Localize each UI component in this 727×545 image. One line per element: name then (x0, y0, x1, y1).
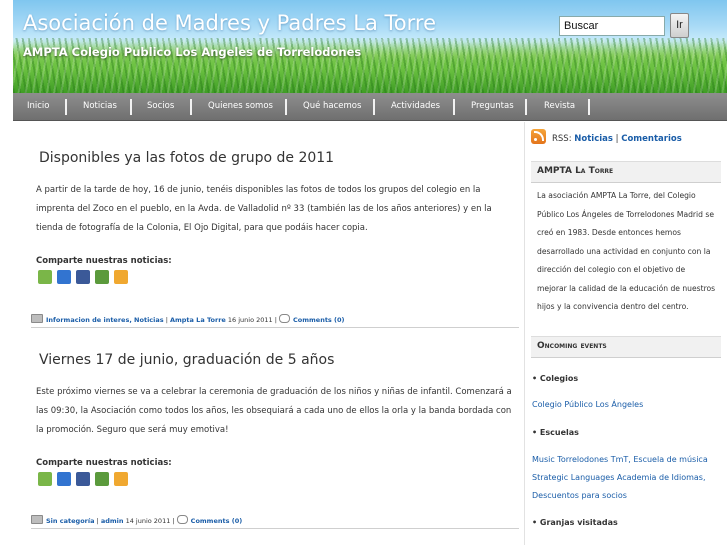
comments-link[interactable]: Comments (0) (191, 517, 243, 525)
folder-icon (31, 515, 43, 524)
live-icon[interactable] (114, 270, 128, 284)
post-divider (31, 528, 519, 529)
nav-separator (453, 99, 455, 115)
about-title-sc: La Torre (575, 166, 614, 176)
print-icon[interactable] (38, 472, 52, 486)
google-icon[interactable] (95, 270, 109, 284)
rss-comentarios-link[interactable]: Comentarios (621, 134, 682, 144)
share-label: Comparte nuestras noticias: (36, 256, 172, 266)
sidebar-category-granjas: • Granjas visitadas (532, 518, 618, 527)
post-meta: Informacion de interes, Noticias | Ampta… (31, 313, 519, 327)
sidebar-category-colegios: • Colegios (532, 374, 579, 383)
author-link[interactable]: admin (101, 517, 124, 525)
nav-separator (190, 99, 192, 115)
nav-separator (588, 99, 590, 115)
post-body: A partir de la tarde de hoy, 16 de junio… (36, 185, 492, 233)
sidebar-link-strategic[interactable]: Strategic Languages Academia de Idiomas, (532, 473, 706, 482)
post-meta: Sin categoría | admin 14 junio 2011 | Co… (31, 514, 519, 528)
print-icon[interactable] (38, 270, 52, 284)
delicious-icon[interactable] (57, 270, 71, 284)
nav-item-actividades[interactable]: Actividades (391, 93, 440, 121)
events-box-title: Oncoming events (531, 336, 721, 357)
facebook-icon[interactable] (76, 472, 90, 486)
post-date: 14 junio 2011 (123, 517, 171, 525)
comment-icon (176, 515, 188, 524)
category-link[interactable]: Sin categoría (46, 517, 95, 525)
folder-icon (31, 314, 43, 323)
author-link[interactable]: Ampta La Torre (170, 316, 226, 324)
nav-item-que-hacemos[interactable]: Qué hacemos (303, 93, 361, 121)
facebook-icon[interactable] (76, 270, 90, 284)
main-nav: Inicio Noticias Socios Quienes somos Qué… (13, 93, 727, 121)
nav-separator (525, 99, 527, 115)
rss-separator: | (612, 134, 622, 144)
nav-separator (285, 99, 287, 115)
comment-icon (279, 314, 290, 323)
sidebar-divider (524, 122, 525, 545)
post-divider (31, 327, 519, 328)
google-icon[interactable] (95, 472, 109, 486)
nav-item-preguntas[interactable]: Preguntas (471, 93, 514, 121)
site-title[interactable]: Asociación de Madres y Padres La Torre (23, 11, 436, 35)
sidebar-category-escuelas: • Escuelas (532, 428, 579, 437)
post-body: Este próximo viernes se va a celebrar la… (36, 387, 512, 435)
sidebar-link-descuentos[interactable]: Descuentos para socios (532, 491, 627, 500)
about-title-main: AMPTA (537, 166, 576, 176)
post-title[interactable]: Viernes 17 de junio, graduación de 5 año… (39, 352, 334, 368)
live-icon[interactable] (114, 472, 128, 486)
events-title: Oncoming events (537, 341, 607, 351)
nav-separator (65, 99, 67, 115)
search-input[interactable] (559, 16, 665, 36)
rss-links: RSS: Noticias | Comentarios (552, 134, 682, 144)
share-label: Comparte nuestras noticias: (36, 458, 172, 468)
site-header: Asociación de Madres y Padres La Torre A… (13, 0, 727, 93)
search-button[interactable]: Ir (670, 13, 689, 38)
sidebar-link-music[interactable]: Music Torrelodones TmT, Escuela de músic… (532, 455, 708, 464)
nav-item-inicio[interactable]: Inicio (27, 93, 50, 121)
nav-item-noticias[interactable]: Noticias (83, 93, 117, 121)
rss-icon[interactable] (531, 129, 546, 144)
nav-item-socios[interactable]: Socios (147, 93, 174, 121)
rss-noticias-link[interactable]: Noticias (574, 134, 613, 144)
rss-label: RSS: (552, 134, 575, 144)
about-text: La asociación AMPTA La Torre, del Colegi… (537, 191, 716, 311)
nav-item-quienes-somos[interactable]: Quienes somos (208, 93, 273, 121)
nav-separator (373, 99, 375, 115)
sidebar-link-colegio[interactable]: Colegio Público Los Ángeles (532, 400, 643, 409)
post-date: 16 junio 2011 (225, 316, 273, 324)
nav-item-revista[interactable]: Revista (544, 93, 575, 121)
site-subtitle: AMPTA Colegio Publico Los Angeles de Tor… (23, 45, 362, 59)
sidebar-rule (531, 357, 721, 358)
meta-separator: | (170, 517, 177, 525)
nav-separator (130, 99, 132, 115)
about-box-title: AMPTA La Torre (531, 161, 721, 182)
sidebar-rule (531, 182, 721, 183)
delicious-icon[interactable] (57, 472, 71, 486)
category-link[interactable]: Informacion de interes, Noticias (46, 316, 164, 324)
post-title[interactable]: Disponibles ya las fotos de grupo de 201… (39, 150, 334, 166)
comments-link[interactable]: Comments (0) (293, 316, 345, 324)
